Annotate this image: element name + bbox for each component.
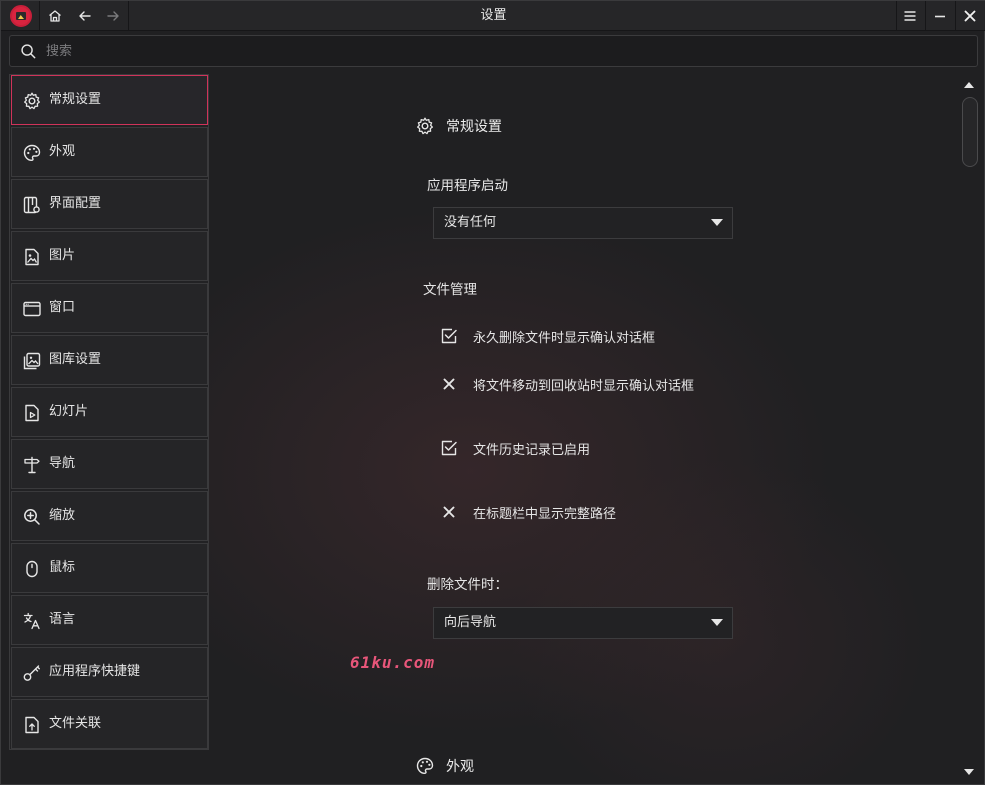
- sidebar-item-label: 幻灯片: [49, 404, 89, 419]
- sidebar-item-label: 图库设置: [49, 352, 102, 367]
- dropdown-value: 向后导航: [444, 615, 497, 630]
- zoom-icon: [22, 507, 42, 527]
- palette-icon: [22, 143, 42, 163]
- title-bar-divider: [896, 1, 897, 31]
- checkbox-unchecked-x-icon[interactable]: [439, 374, 459, 394]
- sidebar-item-label: 图片: [49, 248, 76, 263]
- sidebar-item-slideshow[interactable]: 幻灯片: [11, 387, 208, 437]
- arrow-left-icon: [79, 11, 91, 21]
- sidebar-item-file-association[interactable]: 文件关联: [11, 699, 208, 749]
- sidebar-item-navigation[interactable]: 导航: [11, 439, 208, 489]
- sidebar-item-zoom[interactable]: 缩放: [11, 491, 208, 541]
- sidebar-item-shortcuts[interactable]: 应用程序快捷键: [11, 647, 208, 697]
- dropdown-value: 没有任何: [444, 215, 497, 230]
- translate-icon: [22, 611, 42, 631]
- option-label: 永久删除文件时显示确认对话框: [473, 330, 656, 346]
- section-title: 常规设置: [446, 119, 502, 135]
- section-heading-appearance: 外观: [415, 756, 474, 776]
- option-confirm-permanent-delete[interactable]: 永久删除文件时显示确认对话框: [439, 326, 655, 346]
- gear-icon: [417, 117, 433, 135]
- option-label: 在标题栏中显示完整路径: [473, 506, 617, 522]
- title-bar: 设置: [1, 1, 985, 31]
- startup-dropdown[interactable]: 没有任何: [433, 207, 733, 239]
- key-icon: [22, 663, 42, 683]
- sidebar-item-gallery[interactable]: 图库设置: [11, 335, 208, 385]
- arrow-right-icon: [107, 11, 119, 21]
- search-icon: [21, 44, 36, 59]
- delete-behavior-label: 删除文件时：: [427, 577, 508, 593]
- sidebar-item-language[interactable]: 语言: [11, 595, 208, 645]
- sidebar-item-mouse[interactable]: 鼠标: [11, 543, 208, 593]
- sidebar-item-label: 应用程序快捷键: [49, 664, 141, 679]
- title-bar-divider: [955, 1, 956, 31]
- menu-button[interactable]: [898, 4, 922, 28]
- app-logo-icon: [10, 5, 32, 27]
- home-icon: [49, 10, 61, 22]
- scroll-up-button[interactable]: [963, 79, 975, 91]
- option-full-path-in-title[interactable]: 在标题栏中显示完整路径: [439, 502, 616, 522]
- hamburger-menu-icon: [904, 11, 916, 21]
- gear-icon: [22, 91, 42, 111]
- chevron-down-icon: [711, 219, 723, 226]
- sidebar-item-label: 外观: [49, 144, 76, 159]
- delete-behavior-dropdown[interactable]: 向后导航: [433, 607, 733, 639]
- search-bar: [9, 35, 978, 67]
- slideshow-icon: [22, 403, 42, 423]
- scroll-down-button[interactable]: [963, 766, 975, 778]
- minimize-icon: [935, 15, 945, 18]
- chevron-down-icon: [711, 619, 723, 626]
- window-icon: [22, 299, 42, 319]
- startup-label: 应用程序启动: [427, 178, 508, 194]
- settings-window: 设置 常规设置 外观 界面配置 图: [0, 0, 985, 785]
- file-management-label: 文件管理: [423, 282, 477, 298]
- search-input[interactable]: [46, 36, 966, 66]
- sidebar-item-label: 鼠标: [49, 560, 76, 575]
- forward-button[interactable]: [101, 4, 125, 28]
- option-label: 文件历史记录已启用: [473, 442, 591, 458]
- checkbox-checked-icon[interactable]: [439, 438, 459, 458]
- option-file-history[interactable]: 文件历史记录已启用: [439, 438, 590, 458]
- home-button[interactable]: [43, 4, 67, 28]
- settings-sidebar: 常规设置 外观 界面配置 图片 窗口 图库设置 幻灯片 导航 缩放 鼠标 语言 …: [9, 74, 209, 750]
- scrollbar-thumb[interactable]: [962, 97, 978, 167]
- close-icon: [964, 10, 976, 22]
- file-association-icon: [22, 715, 42, 735]
- minimize-button[interactable]: [928, 4, 952, 28]
- sidebar-item-interface-config[interactable]: 界面配置: [11, 179, 208, 229]
- option-label: 将文件移动到回收站时显示确认对话框: [473, 378, 695, 394]
- option-confirm-recycle-bin[interactable]: 将文件移动到回收站时显示确认对话框: [439, 374, 694, 394]
- back-button[interactable]: [73, 4, 97, 28]
- mouse-icon: [22, 559, 42, 579]
- sidebar-item-appearance[interactable]: 外观: [11, 127, 208, 177]
- watermark: 61ku.com: [350, 653, 436, 672]
- close-button[interactable]: [958, 4, 982, 28]
- sidebar-item-label: 界面配置: [49, 196, 102, 211]
- sidebar-item-label: 常规设置: [49, 92, 102, 107]
- checkbox-unchecked-x-icon[interactable]: [439, 502, 459, 522]
- sidebar-item-label: 窗口: [49, 300, 76, 315]
- sidebar-item-window[interactable]: 窗口: [11, 283, 208, 333]
- title-bar-divider: [39, 1, 40, 31]
- sidebar-item-image[interactable]: 图片: [11, 231, 208, 281]
- sidebar-item-general[interactable]: 常规设置: [11, 75, 208, 125]
- layout-config-icon: [22, 195, 42, 215]
- image-file-icon: [22, 247, 42, 267]
- title-bar-divider: [128, 1, 129, 31]
- palette-icon: [416, 757, 434, 775]
- sidebar-item-label: 文件关联: [49, 716, 102, 731]
- section-heading-general: 常规设置: [415, 116, 502, 136]
- sidebar-item-label: 语言: [49, 612, 76, 627]
- signpost-icon: [22, 455, 42, 475]
- checkbox-checked-icon[interactable]: [439, 326, 459, 346]
- gallery-icon: [22, 351, 42, 371]
- section-title: 外观: [446, 759, 474, 775]
- sidebar-item-label: 导航: [49, 456, 76, 471]
- sidebar-item-label: 缩放: [49, 508, 76, 523]
- window-title: 设置: [480, 8, 507, 23]
- title-bar-divider: [925, 1, 926, 31]
